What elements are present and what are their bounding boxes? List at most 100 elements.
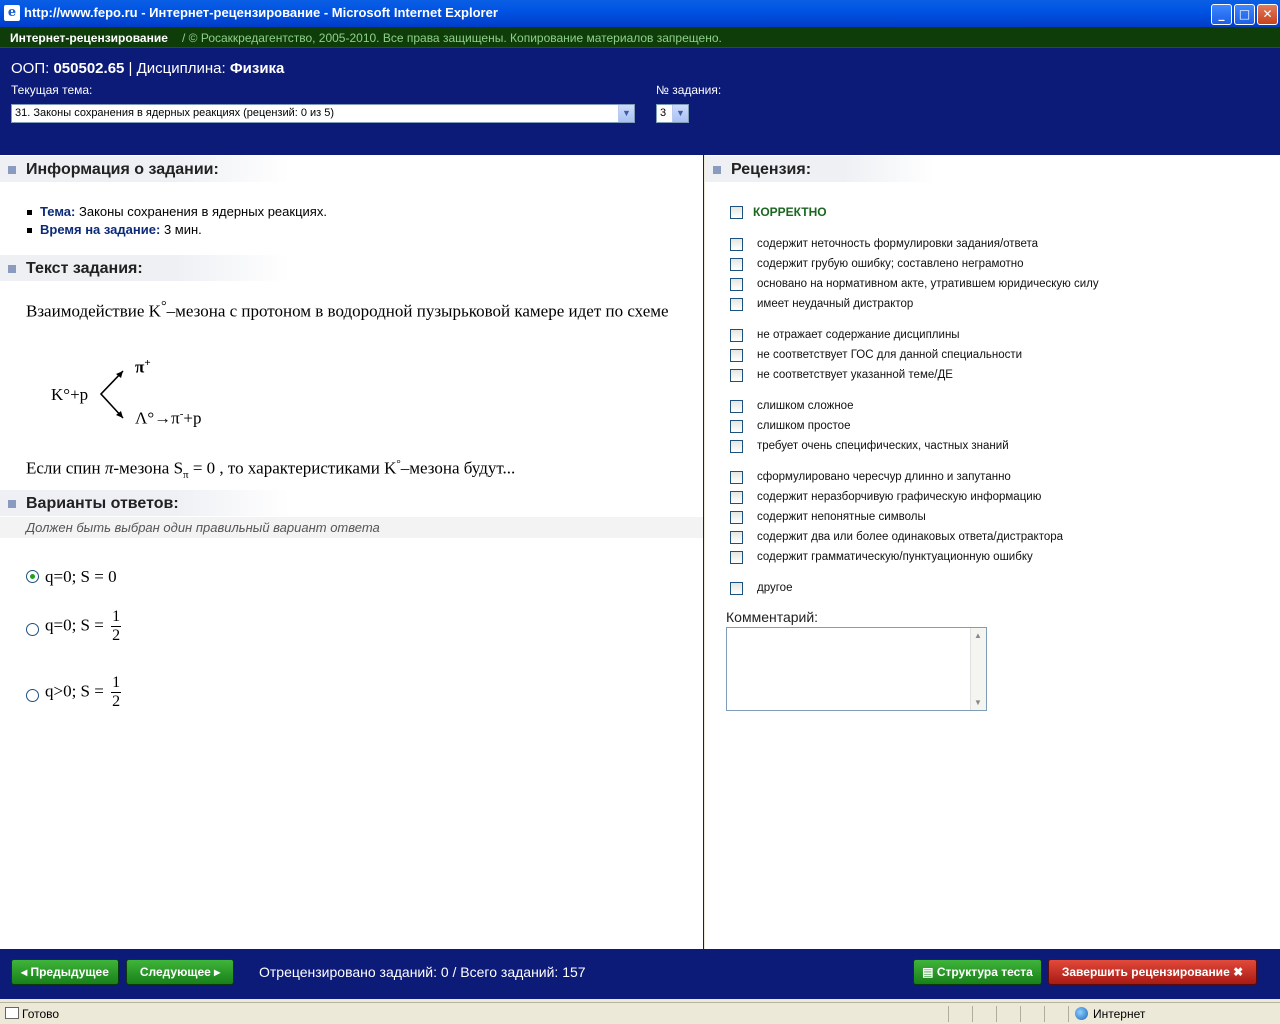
review-option[interactable]: слишком сложное: [729, 399, 1149, 415]
answer-option-2[interactable]: q=0; S = 12: [26, 608, 226, 652]
review-option-checkbox[interactable]: [730, 400, 743, 413]
reaction-product-top: π+: [135, 357, 151, 378]
review-option-checkbox[interactable]: [730, 298, 743, 311]
window-title: http://www.fepo.ru - Интернет-рецензиров…: [24, 5, 498, 20]
review-option-label: содержит два или более одинаковых ответа…: [757, 531, 1064, 543]
status-text: Готово: [22, 1007, 60, 1021]
finish-review-button[interactable]: Завершить рецензирование ✖: [1048, 959, 1257, 985]
topic-select[interactable]: 31. Законы сохранения в ядерных реакциях…: [11, 104, 635, 123]
review-option-label: не соответствует указанной теме/ДЕ: [757, 369, 953, 381]
reaction-top-sup: +: [144, 357, 151, 369]
review-option-checkbox[interactable]: [730, 491, 743, 504]
reaction-product-bottom: Λ°→π-+p: [135, 408, 201, 429]
scroll-up-icon[interactable]: ▲: [974, 631, 982, 640]
answer-radio-3[interactable]: [26, 689, 39, 702]
review-option-label: слишком сложное: [757, 400, 854, 412]
oop-label: ООП:: [11, 60, 50, 77]
review-option[interactable]: основано на нормативном акте, утратившем…: [729, 277, 1149, 293]
review-option-checkbox[interactable]: [730, 420, 743, 433]
review-option[interactable]: слишком простое: [729, 419, 1149, 435]
task-heading: Текст задания:: [26, 260, 143, 277]
answer-text-3-main: q>0; S =: [45, 681, 104, 701]
task-text: Взаимодействие K°–мезона с протоном в во…: [26, 296, 686, 322]
status-bar: Готово Интернет: [0, 1002, 1280, 1024]
info-heading: Информация о задании:: [26, 161, 219, 178]
review-option[interactable]: имеет неудачный дистрактор: [729, 297, 1149, 313]
review-option[interactable]: не соответствует указанной теме/ДЕ: [729, 368, 1149, 384]
chevron-down-icon[interactable]: ▼: [672, 105, 688, 122]
review-option[interactable]: содержит грамматическую/пунктуационную о…: [729, 550, 1149, 566]
answers-hint: Должен быть выбран один правильный вариа…: [0, 517, 703, 538]
review-option-checkbox[interactable]: [730, 471, 743, 484]
review-option[interactable]: не соответствует ГОС для данной специаль…: [729, 348, 1149, 364]
review-correct-option[interactable]: КОРРЕКТНО: [729, 205, 929, 221]
chevron-down-icon[interactable]: ▼: [618, 105, 634, 122]
q-part-c: = 0 , то характеристиками K: [188, 458, 397, 478]
correct-checkbox[interactable]: [730, 206, 743, 219]
review-counter: Отрецензировано заданий: 0 / Всего задан…: [259, 964, 586, 980]
footer-bar: ◂ Предыдущее Следующее ▸ Отрецензировано…: [0, 949, 1280, 999]
task-section-header: Текст задания:: [0, 255, 290, 281]
review-option-label: требует очень специфических, частных зна…: [757, 440, 1009, 452]
answer-text-2-main: q=0; S =: [45, 615, 104, 635]
review-option-checkbox[interactable]: [730, 582, 743, 595]
reaction-bottom-end: +p: [183, 408, 202, 428]
site-top-line: Интернет-рецензирование / © Росаккредаге…: [0, 27, 1280, 48]
task-number-label: № задания:: [656, 83, 722, 97]
task-number-select[interactable]: 3 ▼: [656, 104, 689, 123]
review-option[interactable]: содержит непонятные символы: [729, 510, 1149, 526]
review-option[interactable]: содержит два или более одинаковых ответа…: [729, 530, 1149, 546]
q-part-a: Если спин: [26, 458, 105, 478]
reaction-top-pi: π: [135, 357, 145, 377]
reaction-scheme: K°+p π+ Λ°→π-+p: [50, 355, 250, 435]
status-divider: [972, 1006, 973, 1022]
previous-button[interactable]: ◂ Предыдущее: [11, 959, 119, 985]
review-option-label: сформулировано чересчур длинно и запутан…: [757, 471, 1011, 483]
review-option-label: имеет неудачный дистрактор: [757, 298, 914, 310]
info-time: Время на задание: 3 мин.: [26, 221, 327, 239]
zone-text: Интернет: [1093, 1007, 1146, 1021]
answer-option-3[interactable]: q>0; S = 12: [26, 674, 226, 718]
review-option[interactable]: содержит неразборчивую графическую инфор…: [729, 490, 1149, 506]
review-option-label: содержит грамматическую/пунктуационную о…: [757, 551, 1033, 563]
review-option-label: слишком простое: [757, 420, 851, 432]
review-option-checkbox[interactable]: [730, 369, 743, 382]
discipline-value: Физика: [229, 60, 285, 77]
review-option-checkbox[interactable]: [730, 238, 743, 251]
comment-textarea[interactable]: ▲ ▼: [726, 627, 987, 711]
scroll-down-icon[interactable]: ▼: [974, 698, 982, 707]
review-option-checkbox[interactable]: [730, 551, 743, 564]
minimize-button[interactable]: _: [1211, 4, 1232, 25]
page-header: ООП: 050502.65 | Дисциплина: Физика Теку…: [0, 48, 1280, 155]
fraction: 12: [111, 608, 122, 645]
close-window-button[interactable]: ✕: [1257, 4, 1278, 25]
review-option[interactable]: содержит грубую ошибку; составлено негра…: [729, 257, 1149, 273]
review-option-checkbox[interactable]: [730, 349, 743, 362]
info-topic-value: Законы сохранения в ядерных реакциях.: [78, 204, 327, 219]
review-option[interactable]: сформулировано чересчур длинно и запутан…: [729, 470, 1149, 486]
info-list: Тема: Законы сохранения в ядерных реакци…: [26, 203, 327, 239]
review-option-checkbox[interactable]: [730, 511, 743, 524]
review-option-checkbox[interactable]: [730, 278, 743, 291]
test-structure-button[interactable]: ▤ Структура теста: [913, 959, 1042, 985]
q-part-d: –мезона будут...: [400, 458, 516, 478]
info-topic: Тема: Законы сохранения в ядерных реакци…: [26, 203, 327, 221]
answer-option-1[interactable]: q=0; S = 0: [26, 567, 226, 587]
comment-scrollbar[interactable]: ▲ ▼: [970, 628, 986, 710]
review-option-checkbox[interactable]: [730, 329, 743, 342]
status-divider: [1020, 1006, 1021, 1022]
review-option-checkbox[interactable]: [730, 440, 743, 453]
comment-label: Комментарий:: [726, 609, 819, 625]
review-option[interactable]: не отражает содержание дисциплины: [729, 328, 1149, 344]
review-option[interactable]: другое: [729, 581, 1149, 597]
review-option[interactable]: содержит неточность формулировки задания…: [729, 237, 1149, 253]
answer-radio-1[interactable]: [26, 570, 39, 583]
review-option[interactable]: требует очень специфических, частных зна…: [729, 439, 1149, 455]
review-option-checkbox[interactable]: [730, 531, 743, 544]
review-option-checkbox[interactable]: [730, 258, 743, 271]
maximize-button[interactable]: □: [1234, 4, 1255, 25]
review-option-label: содержит грубую ошибку; составлено негра…: [757, 258, 1024, 270]
answer-radio-2[interactable]: [26, 623, 39, 636]
answers-section-header: Варианты ответов:: [0, 490, 290, 516]
next-button[interactable]: Следующее ▸: [126, 959, 234, 985]
